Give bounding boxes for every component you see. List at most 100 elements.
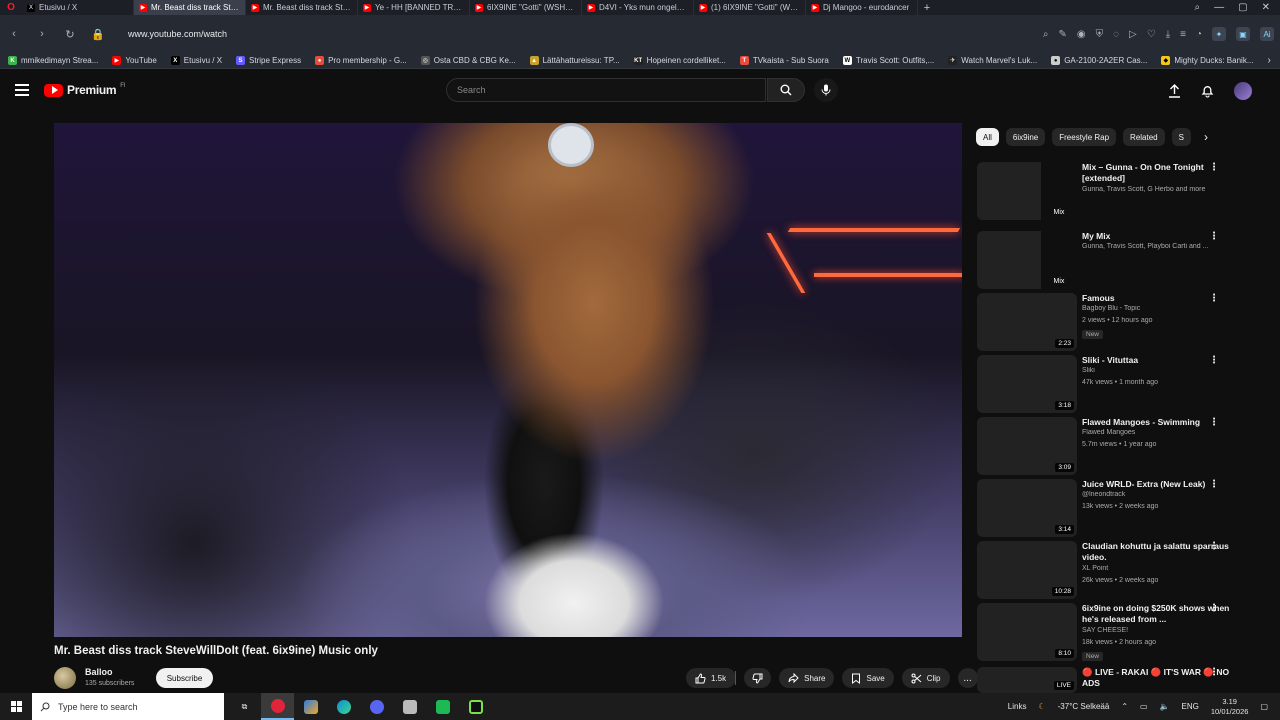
notifications-icon[interactable]: ▢: [1260, 702, 1268, 711]
video-thumbnail[interactable]: LIVE: [977, 667, 1077, 693]
video-player[interactable]: [54, 123, 962, 637]
chips-next-icon[interactable]: ›: [1204, 130, 1208, 144]
bookmark-item[interactable]: ◆ Mighty Ducks: Banik...: [1161, 56, 1253, 65]
filter-chip[interactable]: Related: [1123, 128, 1165, 146]
recommendation-channel[interactable]: Gunna, Travis Scott, G Herbo and more: [1082, 186, 1247, 193]
taskbar-discord[interactable]: [360, 693, 393, 720]
search-button[interactable]: [767, 78, 805, 102]
recommendation-title[interactable]: Sliki - Vituttaa: [1082, 355, 1247, 366]
bookmark-item[interactable]: X Etusivu / X: [170, 56, 222, 65]
browser-tab[interactable]: ▶ (1) 6IX9INE "Gotti" (WSH: [694, 0, 806, 15]
ai-extension-icon[interactable]: Ai: [1260, 27, 1274, 41]
dislike-button[interactable]: [744, 668, 772, 688]
language-indicator[interactable]: ENG: [1182, 702, 1199, 711]
box-extension-icon[interactable]: ▣: [1236, 27, 1250, 41]
opera-logo-icon[interactable]: O: [0, 0, 22, 15]
download-icon[interactable]: ⤓: [1166, 29, 1170, 40]
recommendation-item[interactable]: 3:09 Flawed Mangoes - Swimming ⋮ Flawed M…: [977, 417, 1265, 475]
more-options-icon[interactable]: ⋮: [1209, 293, 1219, 304]
more-options-icon[interactable]: ⋮: [1209, 231, 1219, 242]
forward-icon[interactable]: ›: [34, 28, 50, 40]
video-thumbnail[interactable]: Mix: [977, 231, 1077, 289]
account-avatar[interactable]: [1234, 82, 1252, 100]
upload-icon[interactable]: [1168, 84, 1181, 98]
browser-tab[interactable]: ▶ Mr. Beast diss track Steve: [134, 0, 246, 15]
account-icon[interactable]: ◔: [1196, 29, 1202, 40]
more-options-icon[interactable]: ⋮: [1209, 417, 1219, 428]
browser-tab[interactable]: ▶ D4VI - Yks mun ongelmist: [582, 0, 694, 15]
recommendation-item[interactable]: LIVE 🔴 LIVE - RAKAI 🔴 IT'S WAR 🔴 NO ADS …: [977, 667, 1265, 693]
bookmark-item[interactable]: Kmmikedimayn Strea...: [8, 56, 98, 65]
more-options-icon[interactable]: ⋮: [1209, 603, 1219, 614]
recommendation-title[interactable]: Flawed Mangoes - Swimming: [1082, 417, 1247, 428]
back-icon[interactable]: ‹: [6, 28, 22, 40]
more-options-icon[interactable]: ⋮: [1209, 541, 1219, 552]
search-input[interactable]: Search: [446, 78, 766, 102]
tray-expand-icon[interactable]: ⌃: [1121, 702, 1128, 711]
recommendation-title[interactable]: My Mix: [1082, 231, 1247, 242]
clip-button[interactable]: Clip: [901, 668, 950, 688]
bookmarks-overflow-icon[interactable]: ›: [1267, 55, 1280, 66]
video-thumbnail[interactable]: 8:10: [977, 603, 1077, 661]
taskbar-opera-gx[interactable]: [261, 693, 294, 720]
guide-menu-icon[interactable]: [15, 84, 29, 96]
channel-avatar[interactable]: [54, 667, 76, 689]
vpn-icon[interactable]: ◌: [1113, 29, 1119, 40]
recommendation-title[interactable]: 6ix9ine on doing $250K shows when he's r…: [1082, 603, 1247, 625]
filter-chip[interactable]: 6ix9ine: [1005, 128, 1046, 146]
clock[interactable]: 3.19 10/01/2026: [1211, 697, 1249, 717]
search-tabs-icon[interactable]: ⌕: [1195, 2, 1201, 13]
recommendation-channel[interactable]: Sliki: [1082, 367, 1247, 374]
bookmark-item[interactable]: S Stripe Express: [236, 56, 301, 65]
recommendation-channel[interactable]: Bagboy Blu - Topic: [1082, 305, 1247, 312]
more-options-icon[interactable]: ⋮: [1209, 162, 1219, 173]
task-view-button[interactable]: ⧉: [228, 693, 261, 720]
camera-icon[interactable]: ◉: [1077, 29, 1086, 40]
video-thumbnail[interactable]: 2:23: [977, 293, 1077, 351]
taskbar-edge[interactable]: [327, 693, 360, 720]
taskbar-search-input[interactable]: Type here to search: [32, 693, 224, 720]
filter-chip[interactable]: Freestyle Rap: [1052, 128, 1117, 146]
video-thumbnail[interactable]: Mix: [977, 162, 1077, 220]
notifications-bell-icon[interactable]: [1201, 84, 1214, 98]
voice-search-button[interactable]: [814, 78, 838, 102]
share-button[interactable]: Share: [779, 668, 835, 688]
recommendation-title[interactable]: Famous: [1082, 293, 1247, 304]
recommendation-title[interactable]: Juice WRLD- Extra (New Leak): [1082, 479, 1247, 490]
taskbar-app-shield[interactable]: [393, 693, 426, 720]
browser-tab[interactable]: ▶ Mr. Beast diss track Steve: [246, 0, 358, 15]
bookmark-item[interactable]: ● Pro membership - G...: [315, 56, 407, 65]
recommendation-channel[interactable]: Gunna, Travis Scott, Playboi Carti and .…: [1082, 243, 1247, 250]
recommendation-channel[interactable]: @lneondtrack: [1082, 491, 1247, 498]
channel-name[interactable]: Balloo: [85, 667, 113, 677]
recommendation-title[interactable]: Mix – Gunna - On One Tonight [extended]: [1082, 162, 1247, 184]
recommendation-item[interactable]: Mix Mix – Gunna - On One Tonight [extend…: [977, 162, 1265, 220]
more-actions-button[interactable]: ...: [957, 668, 978, 688]
recommendation-item[interactable]: 3:18 Sliki - Vituttaa ⋮ Sliki 47k views • …: [977, 355, 1265, 413]
browser-tab[interactable]: ▶ 6IX9INE "Gotti" (WSHH E: [470, 0, 582, 15]
extension-icon[interactable]: ✦: [1212, 27, 1226, 41]
video-thumbnail[interactable]: 10:28: [977, 541, 1077, 599]
filter-chip[interactable]: S: [1171, 128, 1191, 146]
bookmark-item[interactable]: T TVkaista - Sub Suora: [739, 56, 829, 65]
maximize-icon[interactable]: ▢: [1238, 2, 1247, 13]
links-toolbar[interactable]: Links: [1008, 702, 1027, 711]
more-options-icon[interactable]: ⋮: [1209, 355, 1219, 366]
recommendation-item[interactable]: Mix My Mix ⋮ Gunna, Travis Scott, Playboi…: [977, 231, 1265, 289]
recommendation-channel[interactable]: Flawed Mangoes: [1082, 429, 1247, 436]
filter-chip[interactable]: All: [976, 128, 999, 146]
search-page-icon[interactable]: ⌕: [1043, 29, 1049, 40]
recommendation-item[interactable]: 2:23 Famous ⋮ Bagboy Blu - Topic 2 views •…: [977, 293, 1265, 351]
save-button[interactable]: Save: [842, 668, 894, 688]
bookmark-item[interactable]: ✈ Watch Marvel's Luk...: [948, 56, 1037, 65]
volume-icon[interactable]: 🔈: [1160, 702, 1170, 711]
weather-text[interactable]: -37°C Selkeää: [1058, 702, 1110, 711]
minimize-icon[interactable]: —: [1214, 2, 1224, 13]
player-icon[interactable]: ▷: [1129, 29, 1137, 40]
subscribe-button[interactable]: Subscribe: [156, 668, 213, 688]
shield-icon[interactable]: ⛨: [1096, 29, 1104, 40]
bookmark-item[interactable]: ● GA-2100-2A2ER Cas...: [1051, 56, 1147, 65]
bookmark-item[interactable]: KT Hopeinen cordelliket...: [633, 56, 726, 65]
recommendation-title[interactable]: 🔴 LIVE - RAKAI 🔴 IT'S WAR 🔴 NO ADS: [1082, 667, 1247, 689]
recommendation-item[interactable]: 10:28 Claudian kohuttu ja salattu sparra…: [977, 541, 1265, 599]
